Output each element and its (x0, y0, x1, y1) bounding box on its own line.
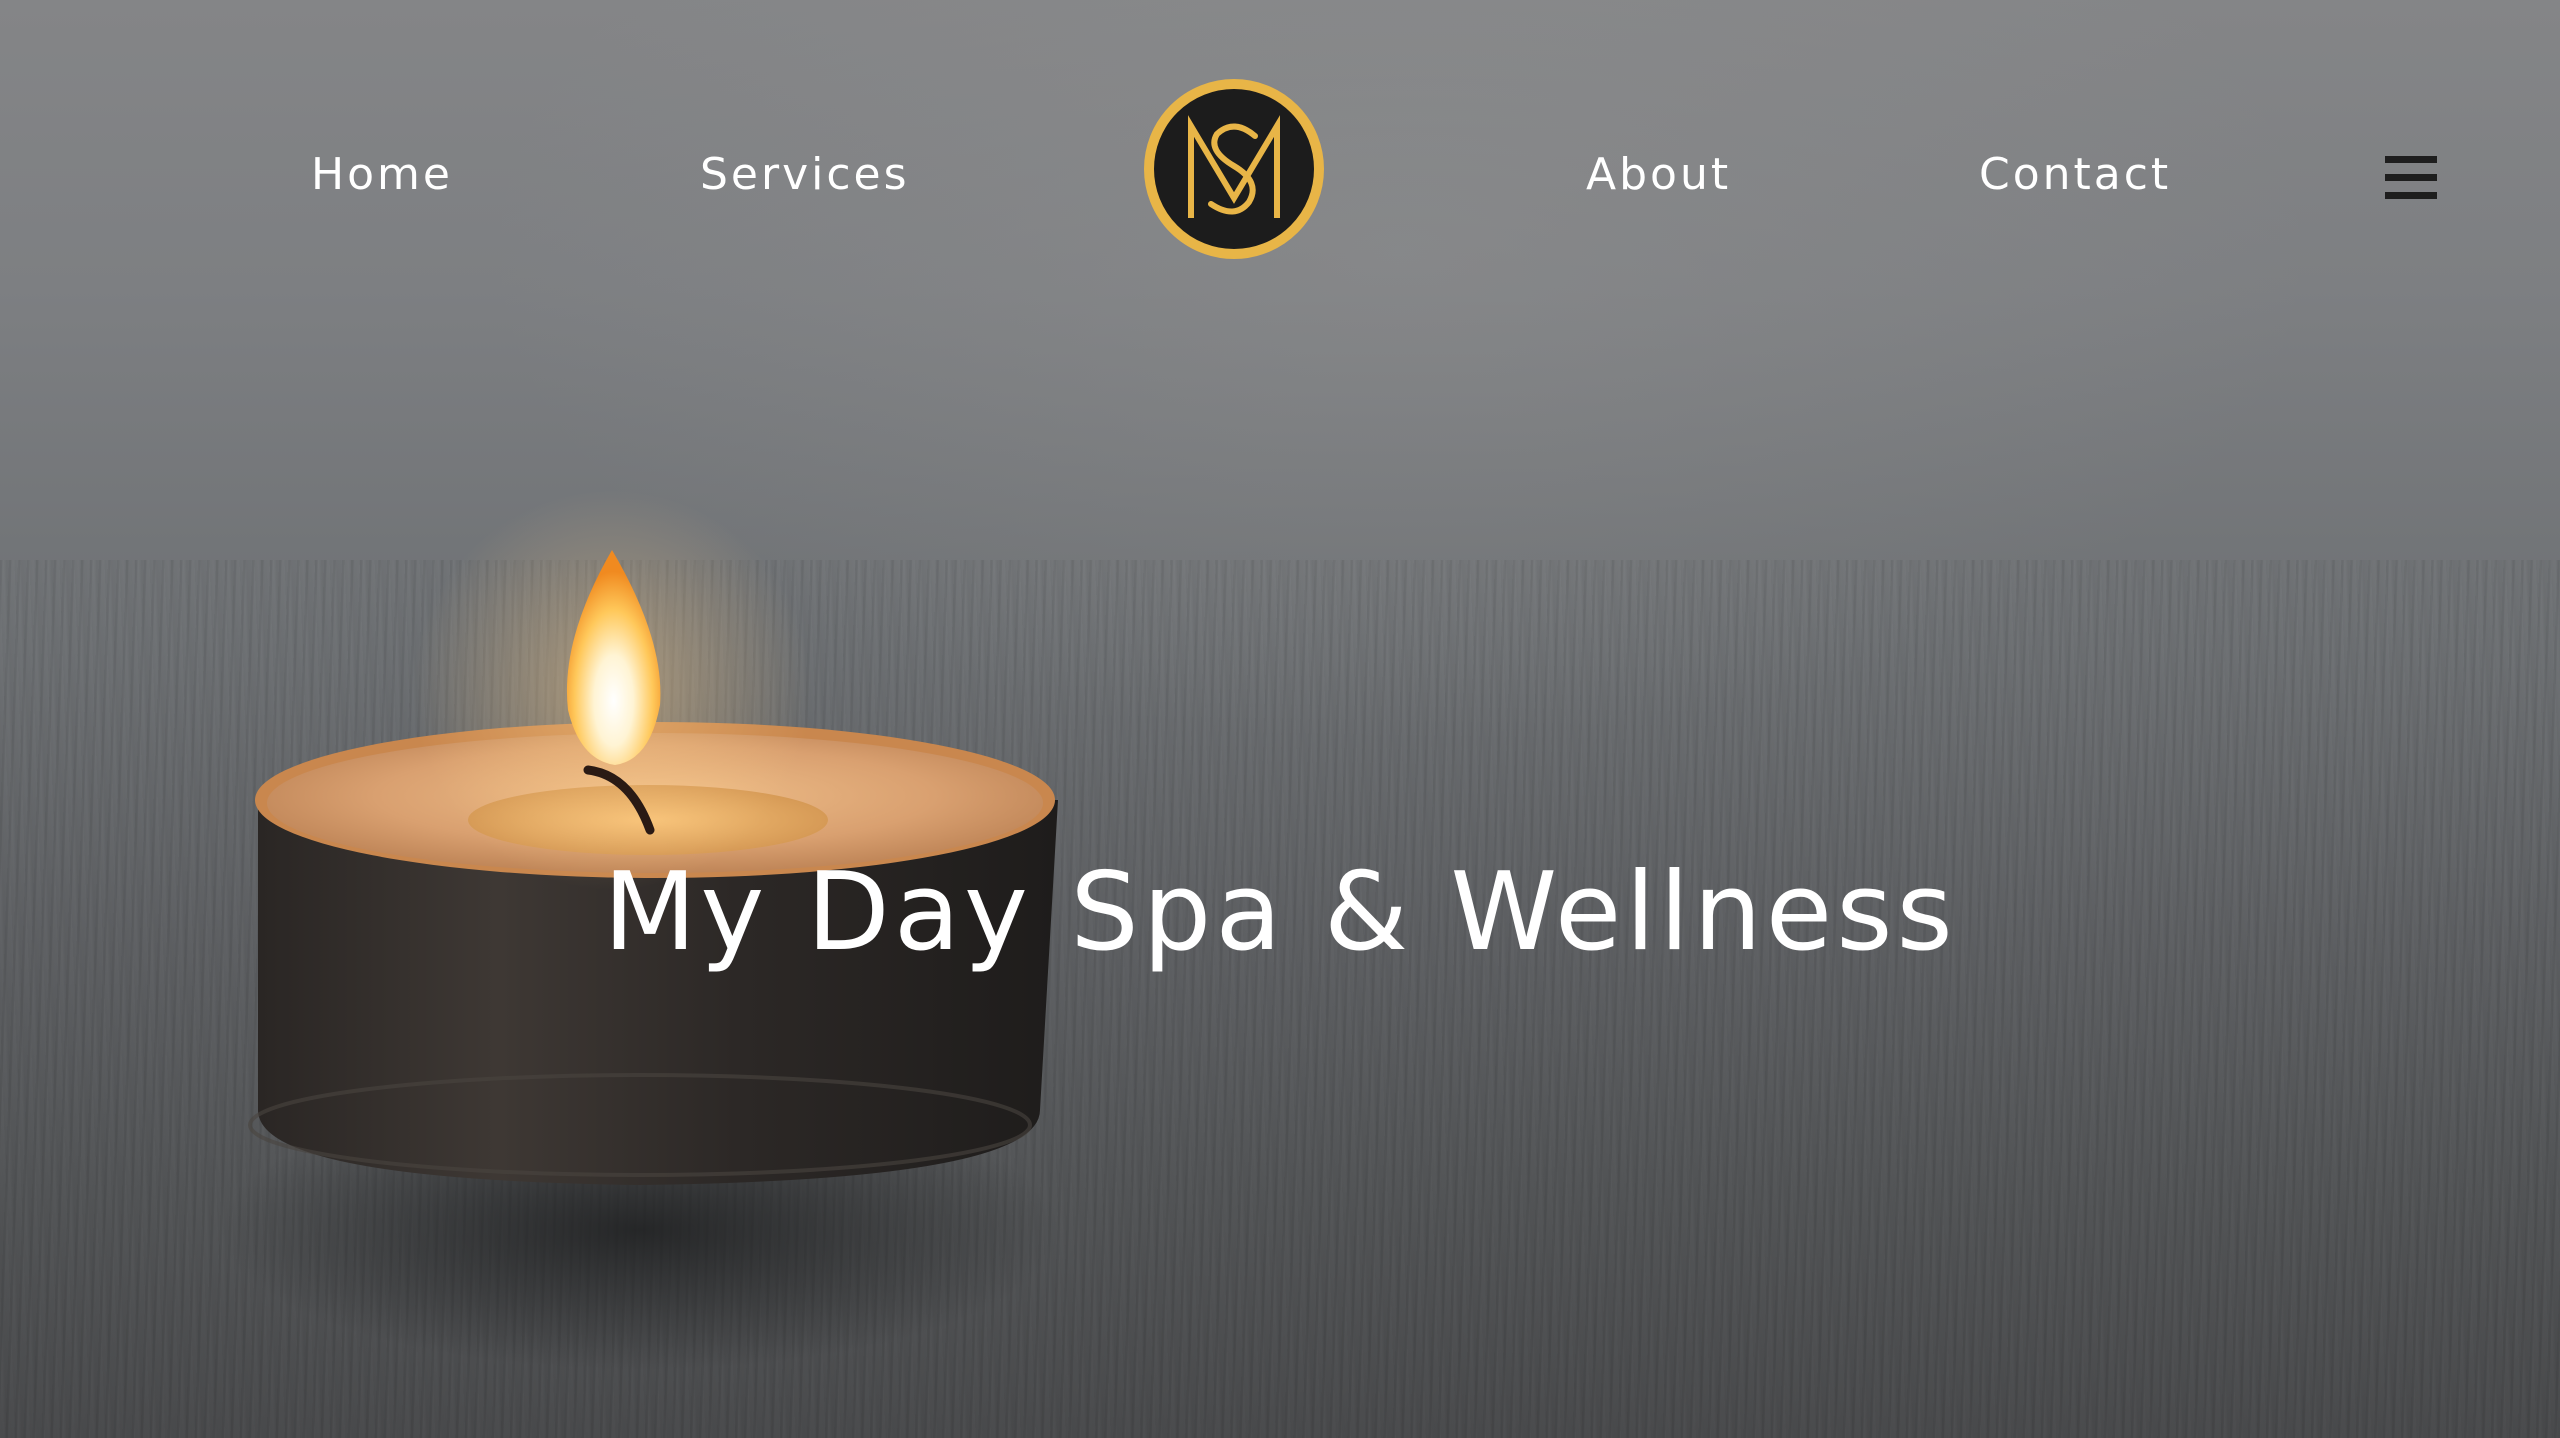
hamburger-menu-icon[interactable] (2385, 156, 2437, 200)
hero-title: My Day Spa & Wellness (603, 850, 1957, 975)
menu-bar (2385, 192, 2437, 199)
brand-logo[interactable] (1143, 78, 1325, 260)
menu-bar (2385, 174, 2437, 181)
menu-bar (2385, 156, 2437, 163)
main-navigation: Home Services About Contact (0, 0, 2560, 350)
hero-section: Home Services About Contact My Day Spa &… (0, 0, 2560, 1438)
nav-link-about[interactable]: About (1586, 145, 1731, 205)
nav-link-services[interactable]: Services (700, 145, 910, 205)
nav-link-contact[interactable]: Contact (1979, 145, 2171, 205)
nav-link-home[interactable]: Home (311, 145, 453, 205)
